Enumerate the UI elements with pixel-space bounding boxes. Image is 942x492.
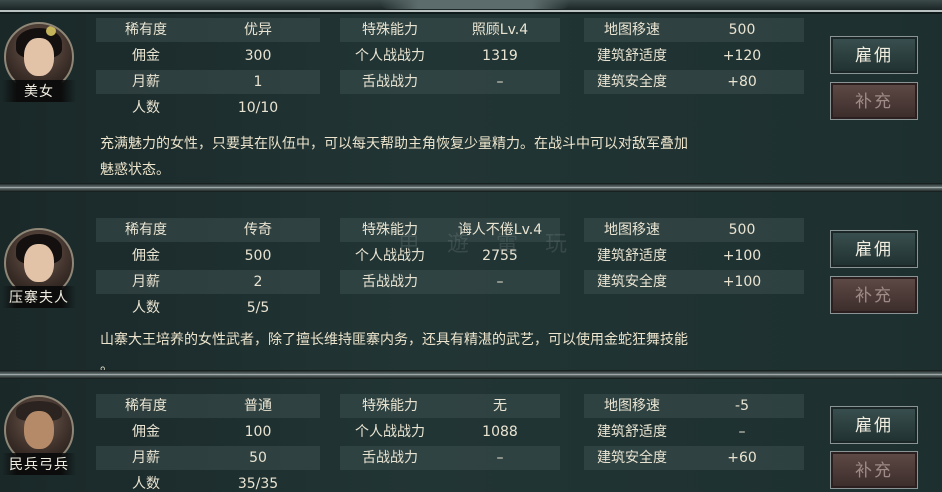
unit-portrait: 美女 — [2, 22, 76, 102]
stats-group-basic: 稀有度 普通 佣金 100 月薪 50 人数 35/35 — [96, 394, 320, 492]
top-frame — [0, 0, 942, 12]
stat-value: 1319 — [482, 48, 518, 64]
unit-description: 山寨大王培养的女性武者，除了擅长维持匪寨内务，还具有精湛的武艺，可以使用金蛇狂舞… — [100, 327, 860, 370]
stat-value: +100 — [722, 274, 762, 290]
supplement-button[interactable]: 补充 — [830, 276, 918, 314]
stat-label: 人数 — [132, 100, 160, 116]
stat-value: +60 — [727, 450, 757, 466]
stat-value: – — [496, 450, 504, 466]
hairpin-icon — [46, 26, 56, 36]
stats-group-building: 地图移速 -5 建筑舒适度 – 建筑安全度 +60 — [584, 394, 804, 492]
stat-label: 建筑舒适度 — [597, 48, 667, 64]
stat-label: 人数 — [132, 300, 160, 316]
stat-label: 舌战战力 — [362, 450, 418, 466]
stats-group-building: 地图移速 500 建筑舒适度 +100 建筑安全度 +100 — [584, 218, 804, 322]
stat-label: 月薪 — [132, 274, 160, 290]
description-line: 。 — [100, 358, 114, 370]
stat-label: 佣金 — [132, 48, 160, 64]
stat-value: 500 — [244, 248, 272, 264]
stat-value: -5 — [735, 398, 749, 414]
supplement-button[interactable]: 补充 — [830, 451, 918, 489]
stat-value: 300 — [244, 48, 272, 64]
stats-group-basic: 稀有度 传奇 佣金 500 月薪 2 人数 5/5 — [96, 218, 320, 322]
stats-group-combat: 特殊能力 照顾Lv.4 个人战战力 1319 舌战战力 – — [340, 18, 560, 122]
stat-value: 普通 — [244, 398, 272, 414]
unit-description: 充满魅力的女性，只要其在队伍中，可以每天帮助主角恢复少量精力。在战斗中可以对敌军… — [100, 131, 860, 183]
unit-portrait: 压寨夫人 — [2, 228, 76, 308]
stat-value: – — [738, 424, 746, 440]
unit-name: 压寨夫人 — [2, 286, 76, 308]
stat-label: 稀有度 — [125, 22, 167, 38]
hire-button[interactable]: 雇佣 — [830, 36, 918, 74]
hire-button[interactable]: 雇佣 — [830, 230, 918, 268]
stat-value: 100 — [244, 424, 272, 440]
stat-value: 照顾Lv.4 — [471, 22, 529, 38]
card-divider — [0, 370, 942, 379]
stat-label: 建筑安全度 — [597, 274, 667, 290]
unit-name: 民兵弓兵 — [2, 453, 76, 475]
stat-label: 稀有度 — [125, 222, 167, 238]
supplement-button[interactable]: 补充 — [830, 82, 918, 120]
stats-group-combat: 特殊能力 无 个人战战力 1088 舌战战力 – — [340, 394, 560, 492]
title-ornament — [380, 0, 570, 9]
stat-value: 传奇 — [244, 222, 272, 238]
stat-value: 10/10 — [237, 100, 279, 116]
stat-label: 特殊能力 — [362, 22, 418, 38]
stat-value: 500 — [728, 222, 756, 238]
stat-value: 优异 — [244, 22, 272, 38]
stat-value: – — [496, 74, 504, 90]
stat-value: +80 — [727, 74, 757, 90]
stat-label: 建筑安全度 — [597, 74, 667, 90]
stat-label: 建筑舒适度 — [597, 248, 667, 264]
stat-value: – — [496, 274, 504, 290]
watermark: 电 遊 電 玩 — [398, 232, 577, 257]
stat-value: 50 — [249, 450, 267, 466]
stat-label: 地图移速 — [604, 222, 660, 238]
stat-label: 舌战战力 — [362, 274, 418, 290]
stat-label: 佣金 — [132, 424, 160, 440]
stat-label: 稀有度 — [125, 398, 167, 414]
stat-label: 特殊能力 — [362, 398, 418, 414]
stat-value: 1088 — [482, 424, 518, 440]
description-line: 山寨大王培养的女性武者，除了擅长维持匪寨内务，还具有精湛的武艺，可以使用金蛇狂舞… — [100, 332, 688, 348]
stats-group-basic: 稀有度 优异 佣金 300 月薪 1 人数 10/10 — [96, 18, 320, 122]
stat-label: 舌战战力 — [362, 74, 418, 90]
top-frame-line — [0, 10, 942, 12]
stat-label: 地图移速 — [604, 398, 660, 414]
stat-label: 建筑安全度 — [597, 450, 667, 466]
card-divider — [0, 183, 942, 192]
stat-label: 地图移速 — [604, 22, 660, 38]
stat-label: 人数 — [132, 476, 160, 492]
stat-label: 个人战战力 — [355, 424, 425, 440]
unit-card: 美女 稀有度 优异 佣金 300 月薪 1 人数 10/10 特殊能力 照顾Lv.4 个人… — [0, 14, 942, 184]
stat-value: 5/5 — [246, 300, 270, 316]
description-line: 充满魅力的女性，只要其在队伍中，可以每天帮助主角恢复少量精力。在战斗中可以对敌军… — [100, 136, 688, 152]
unit-card: 民兵弓兵 稀有度 普通 佣金 100 月薪 50 人数 35/35 特殊能力 无 个人战战… — [0, 379, 942, 492]
stats-group-building: 地图移速 500 建筑舒适度 +120 建筑安全度 +80 — [584, 18, 804, 122]
stat-value: 35/35 — [237, 476, 279, 492]
stat-label: 建筑舒适度 — [597, 424, 667, 440]
unit-portrait: 民兵弓兵 — [2, 395, 76, 475]
unit-card: 压寨夫人 稀有度 传奇 佣金 500 月薪 2 人数 5/5 特殊能力 诲人不倦Lv.4 … — [0, 192, 942, 370]
stat-label: 月薪 — [132, 450, 160, 466]
description-line: 魅惑状态。 — [100, 162, 170, 178]
stat-value: 500 — [728, 22, 756, 38]
stat-value: 1 — [253, 74, 263, 90]
stat-value: +100 — [722, 248, 762, 264]
unit-name: 美女 — [2, 80, 76, 102]
stat-label: 佣金 — [132, 248, 160, 264]
stat-label: 个人战战力 — [355, 48, 425, 64]
stat-label: 月薪 — [132, 74, 160, 90]
stat-value: 无 — [493, 398, 507, 414]
hire-button[interactable]: 雇佣 — [830, 406, 918, 444]
stat-value: 2 — [253, 274, 263, 290]
stat-value: +120 — [722, 48, 762, 64]
